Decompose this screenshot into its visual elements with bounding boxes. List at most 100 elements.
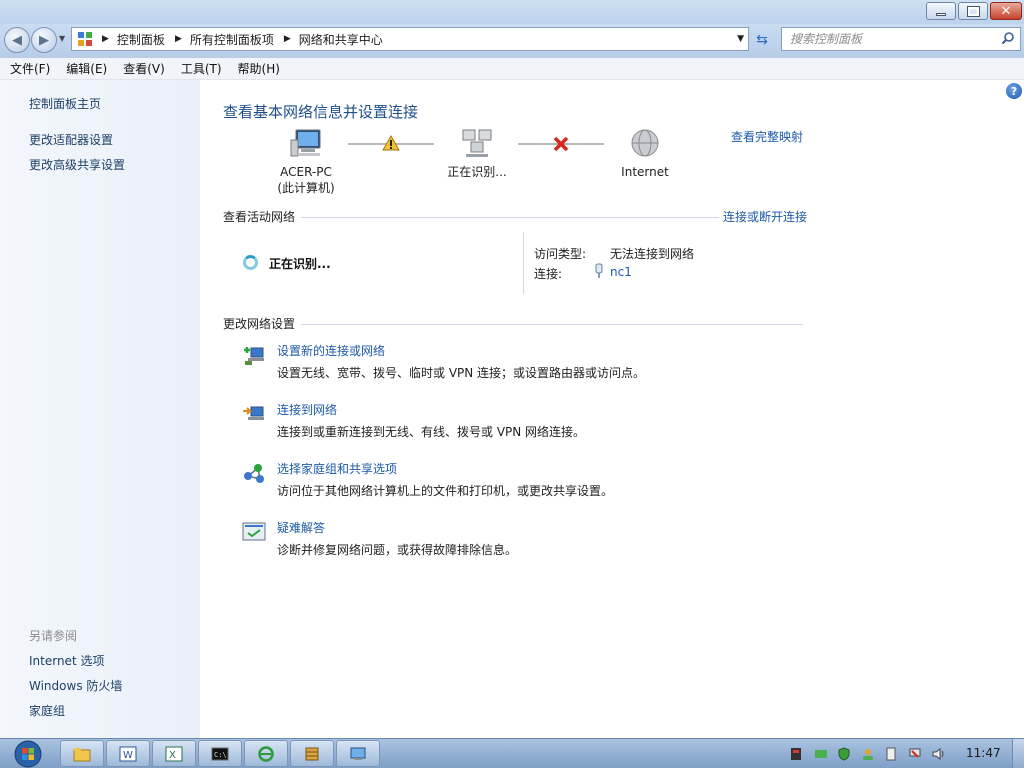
word-icon: W (119, 746, 137, 761)
internet-node[interactable]: Internet (615, 128, 675, 180)
sidebar-item-advanced-sharing[interactable]: 更改高级共享设置 (29, 156, 125, 173)
divider (301, 217, 719, 218)
breadcrumb-separator[interactable]: ▶ (175, 34, 182, 44)
taskbar-explorer[interactable] (60, 740, 104, 767)
middle-node-label: 正在识别... (447, 165, 507, 179)
access-type-label: 访问类型: (534, 247, 587, 261)
sidebar-item-adapter-settings[interactable]: 更改适配器设置 (29, 131, 113, 148)
close-icon: ✕ (1000, 3, 1012, 19)
unidentified-network-node[interactable]: 正在识别... (438, 128, 516, 180)
breadcrumb-all-items[interactable]: 所有控制面板项 (190, 31, 274, 48)
volume-icon[interactable] (932, 747, 946, 761)
windows-logo-icon (14, 740, 42, 768)
network-status-icon[interactable] (908, 747, 922, 761)
address-bar[interactable]: ▶ 控制面板 ▶ 所有控制面板项 ▶ 网络和共享中心 ▼ (71, 27, 749, 51)
globe-icon (631, 129, 659, 157)
forward-button[interactable]: ▶ (31, 27, 57, 53)
back-button[interactable]: ◀ (4, 27, 30, 53)
start-button[interactable] (8, 739, 48, 768)
see-also-windows-firewall[interactable]: Windows 防火墙 (29, 677, 122, 694)
breadcrumb-separator[interactable]: ▶ (284, 34, 291, 44)
see-also-internet-options[interactable]: Internet 选项 (29, 652, 104, 669)
active-networks-heading: 查看活动网络 (223, 210, 296, 224)
excel-icon: X (165, 746, 183, 761)
taskbar-word[interactable]: W (106, 740, 150, 767)
search-box[interactable] (781, 27, 1021, 51)
computer-icon (290, 129, 321, 157)
recent-pages-dropdown[interactable]: ▼ (59, 34, 65, 43)
title-bar: ✕ (0, 0, 1024, 24)
refresh-icon: ⇆ (756, 32, 768, 48)
navigation-bar: ◀ ▶ ▼ ▶ 控制面板 ▶ 所有控制面板项 ▶ 网络和共享中心 ▼ ⇆ (0, 24, 1024, 58)
tray-device-icon[interactable] (884, 747, 898, 761)
see-also-homegroup[interactable]: 家庭组 (29, 702, 65, 719)
explorer-icon (73, 747, 91, 761)
task-setup-new-connection[interactable]: 设置新的连接或网络 设置无线、宽带、拨号、临时或 VPN 连接；或设置路由器或访… (240, 342, 940, 388)
close-button[interactable]: ✕ (990, 2, 1022, 20)
tray-green-icon[interactable] (814, 747, 828, 761)
address-dropdown[interactable]: ▼ (737, 34, 744, 44)
menu-view[interactable]: 查看(V) (117, 60, 171, 77)
task-title[interactable]: 选择家庭组和共享选项 (277, 460, 397, 477)
taskbar-network-center[interactable] (336, 740, 380, 767)
task-description: 访问位于其他网络计算机上的文件和打印机，或更改共享设置。 (277, 484, 614, 498)
search-input[interactable] (790, 29, 990, 49)
security-shield-icon[interactable] (837, 747, 851, 761)
error-x-icon[interactable] (553, 136, 569, 152)
connect-network-icon (243, 406, 264, 420)
task-homegroup-sharing[interactable]: 选择家庭组和共享选项 访问位于其他网络计算机上的文件和打印机，或更改共享设置。 (240, 460, 940, 506)
taskbar-internet-explorer[interactable] (244, 740, 288, 767)
refresh-button[interactable]: ⇆ (752, 30, 772, 50)
menu-tools[interactable]: 工具(T) (175, 60, 228, 77)
connection-name-link[interactable]: nc1 (610, 265, 632, 279)
warning-icon[interactable] (382, 135, 400, 151)
internet-label: Internet (621, 165, 669, 179)
control-panel-icon (78, 32, 92, 46)
loading-spinner-icon (243, 255, 258, 270)
taskbar-command-prompt[interactable]: C:\ (198, 740, 242, 767)
tray-app-icon[interactable] (789, 747, 803, 761)
menu-bar: 文件(F) 编辑(E) 查看(V) 工具(T) 帮助(H) (0, 58, 1024, 80)
menu-file[interactable]: 文件(F) (4, 60, 56, 77)
winrar-icon (305, 747, 319, 760)
task-connect-to-network[interactable]: 连接到网络 连接到或重新连接到无线、有线、拨号或 VPN 网络连接。 (240, 401, 940, 447)
menu-help[interactable]: 帮助(H) (232, 60, 286, 77)
clock[interactable]: 11:47 (966, 746, 1001, 760)
computer-subtitle: (此计算机) (277, 181, 335, 195)
taskbar-winrar[interactable] (290, 740, 334, 767)
network-icon (462, 129, 492, 157)
sidebar-item-control-panel-home[interactable]: 控制面板主页 (29, 95, 101, 112)
connect-disconnect-link[interactable]: 连接或断开连接 (719, 208, 808, 225)
help-icon[interactable]: ? (1006, 83, 1022, 99)
task-title[interactable]: 设置新的连接或网络 (277, 342, 385, 359)
maximize-button[interactable] (958, 2, 988, 20)
show-desktop-button[interactable] (1012, 739, 1024, 768)
connection-label: 连接: (534, 267, 563, 281)
task-title[interactable]: 疑难解答 (277, 519, 325, 536)
taskbar: W X C:\ 11:47 (0, 738, 1024, 768)
access-type-value: 无法连接到网络 (610, 247, 695, 261)
svg-text:W: W (123, 750, 133, 761)
vertical-divider (523, 232, 524, 294)
breadcrumb-separator[interactable]: ▶ (102, 34, 109, 44)
task-title[interactable]: 连接到网络 (277, 401, 337, 418)
cmd-icon: C:\ (211, 747, 229, 760)
forward-arrow-icon: ▶ (39, 32, 49, 48)
menu-edit[interactable]: 编辑(E) (60, 60, 113, 77)
active-network-name: 正在识别... (269, 257, 331, 271)
page-title: 查看基本网络信息并设置连接 (223, 103, 419, 121)
computer-node[interactable]: ACER-PC (此计算机) (276, 128, 336, 196)
computer-name: ACER-PC (280, 165, 332, 179)
minimize-button[interactable] (926, 2, 956, 20)
troubleshoot-icon (242, 522, 266, 541)
breadcrumb-network-center[interactable]: 网络和共享中心 (299, 31, 383, 48)
tray-user-icon[interactable] (861, 747, 875, 761)
view-full-map-link[interactable]: 查看完整映射 (731, 128, 803, 145)
task-description: 诊断并修复网络问题，或获得故障排除信息。 (277, 543, 518, 557)
search-icon[interactable] (1001, 31, 1015, 45)
network-center-icon (350, 747, 366, 760)
taskbar-excel[interactable]: X (152, 740, 196, 767)
task-troubleshoot[interactable]: 疑难解答 诊断并修复网络问题，或获得故障排除信息。 (240, 519, 940, 565)
breadcrumb-control-panel[interactable]: 控制面板 (117, 31, 165, 48)
main-content: ? 查看基本网络信息并设置连接 查看完整映射 ACER-PC (此计算机) 正在… (200, 80, 1024, 738)
